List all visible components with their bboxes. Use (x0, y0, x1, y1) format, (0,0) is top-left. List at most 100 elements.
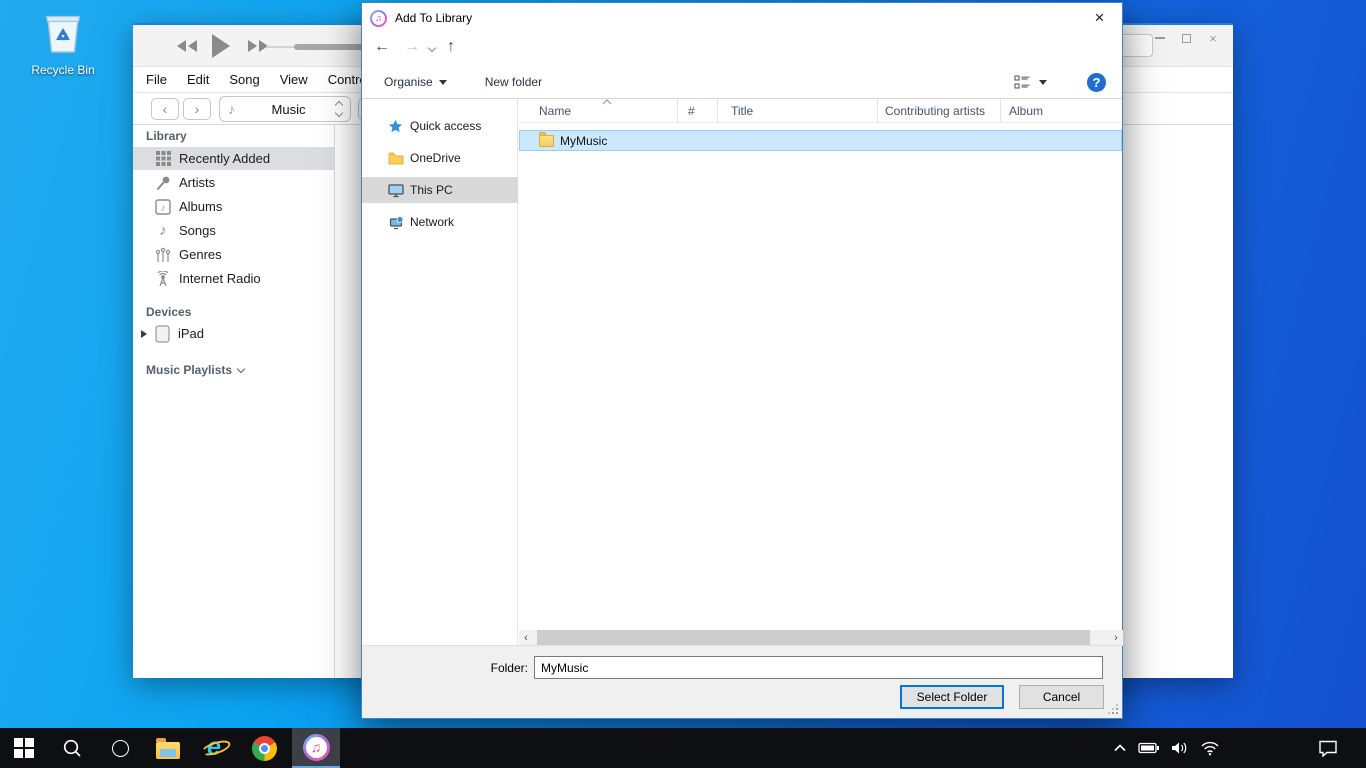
resize-grip[interactable] (1116, 712, 1118, 714)
file-row-mymusic[interactable]: MyMusic (519, 130, 1122, 151)
view-toggle-button[interactable] (1014, 75, 1047, 90)
horizontal-scrollbar[interactable]: ‹ › (519, 630, 1123, 646)
volume-icon[interactable] (1170, 740, 1190, 756)
hidden-icons-chevron-icon[interactable] (1112, 741, 1128, 755)
nav-item-onedrive[interactable]: OneDrive (362, 145, 518, 171)
sidebar-item-songs[interactable]: ♪ Songs (133, 219, 334, 242)
music-note-icon: ♪ (154, 222, 172, 239)
column-label: Name (539, 104, 571, 118)
scroll-left-arrow[interactable]: ‹ (519, 630, 533, 646)
folder-name-input[interactable] (534, 656, 1103, 679)
media-type-selector[interactable]: ♪ Music (219, 96, 351, 122)
close-icon[interactable]: × (1077, 3, 1122, 32)
dialog-footer: Folder: Select Folder Cancel (362, 645, 1122, 718)
menu-item-song[interactable]: Song (219, 72, 269, 87)
scrollbar-thumb[interactable] (537, 630, 1090, 646)
new-folder-label: New folder (485, 75, 542, 89)
itunes-sidebar: Library Recently Added Artists ♪ Albums (133, 125, 335, 678)
details-view-icon (1014, 75, 1031, 90)
recycle-bin-shortcut[interactable]: Recycle Bin (18, 8, 108, 77)
back-icon[interactable]: ← (374, 38, 390, 56)
recycle-bin-label: Recycle Bin (18, 63, 108, 77)
album-icon: ♪ (154, 199, 172, 215)
music-playlists-header[interactable]: Music Playlists (146, 363, 244, 377)
file-explorer-button[interactable] (144, 728, 192, 768)
column-label: Title (731, 104, 753, 118)
forward-button[interactable]: › (183, 98, 211, 120)
chrome-button[interactable] (240, 728, 288, 768)
network-icon (388, 215, 404, 230)
battery-icon[interactable] (1138, 740, 1160, 756)
menu-item-view[interactable]: View (270, 72, 318, 87)
sidebar-item-ipad[interactable]: iPad (133, 322, 334, 345)
column-label: # (688, 104, 695, 118)
minimize-button[interactable] (1149, 29, 1171, 47)
sidebar-item-genres[interactable]: Genres (133, 243, 334, 266)
action-center-icon (1318, 739, 1338, 757)
forward-icon[interactable]: → (404, 38, 420, 56)
windows-logo-icon (14, 738, 34, 758)
maximize-button[interactable] (1175, 29, 1197, 47)
menu-item-file[interactable]: File (136, 72, 177, 87)
grid-icon (154, 151, 172, 166)
nav-item-quick-access[interactable]: Quick access (362, 113, 518, 139)
dialog-nav-pane: Quick access OneDrive This PC Network (362, 99, 518, 646)
folder-label: Folder: (362, 661, 528, 675)
column-title[interactable]: Title (718, 99, 878, 122)
column-contributing-artists[interactable]: Contributing artists (878, 99, 1001, 122)
organise-label: Organise (384, 75, 433, 89)
scroll-right-arrow[interactable]: › (1109, 630, 1123, 646)
close-icon[interactable]: × (1202, 29, 1224, 47)
nav-item-label: This PC (410, 183, 453, 197)
sidebar-item-label: Internet Radio (179, 271, 261, 286)
nav-item-this-pc[interactable]: This PC (362, 177, 518, 203)
wifi-icon[interactable] (1200, 740, 1220, 756)
sidebar-item-recently-added[interactable]: Recently Added (133, 147, 334, 170)
nav-item-label: Quick access (410, 119, 481, 133)
column-headers: Name # Title Contributing artists Album (519, 99, 1121, 123)
sidebar-item-label: Artists (179, 175, 215, 190)
column-name[interactable]: Name (519, 99, 678, 122)
nav-item-label: OneDrive (410, 151, 461, 165)
help-button[interactable]: ? (1087, 73, 1106, 92)
file-name-label: MyMusic (560, 134, 607, 148)
recent-locations-chevron-icon[interactable] (428, 44, 436, 52)
sidebar-item-albums[interactable]: ♪ Albums (133, 195, 334, 218)
select-folder-button[interactable]: Select Folder (900, 685, 1004, 709)
dropdown-triangle-icon (439, 80, 447, 85)
rewind-button[interactable] (175, 38, 199, 59)
cancel-button[interactable]: Cancel (1019, 685, 1104, 709)
folder-icon (539, 135, 554, 147)
genres-icon (154, 247, 172, 263)
disclosure-triangle-icon[interactable] (141, 330, 147, 338)
dropdown-triangle-icon (1039, 80, 1047, 85)
dialog-title-bar[interactable]: ♫ Add To Library × (362, 3, 1122, 33)
column-album[interactable]: Album (1001, 99, 1121, 122)
nav-item-network[interactable]: Network (362, 209, 518, 235)
itunes-taskbar-button[interactable]: ♫ (292, 728, 340, 768)
play-button[interactable] (210, 33, 232, 64)
dialog-navigation-bar: ← → ↑ ♪ › This PC › Music (362, 33, 1122, 66)
onedrive-folder-icon (388, 151, 404, 165)
sidebar-item-internet-radio[interactable]: Internet Radio (133, 267, 334, 290)
column-label: Contributing artists (885, 104, 985, 118)
svg-text:♪: ♪ (161, 202, 166, 212)
column-number[interactable]: # (678, 99, 718, 122)
cortana-button[interactable] (96, 728, 144, 768)
sidebar-item-label: Songs (179, 223, 216, 238)
up-icon[interactable]: ↑ (447, 38, 455, 56)
organise-button[interactable]: Organise (384, 75, 447, 89)
action-center-button[interactable] (1318, 728, 1338, 768)
sidebar-item-label: Recently Added (179, 151, 270, 166)
start-button[interactable] (0, 728, 48, 768)
taskbar-search-button[interactable] (48, 728, 96, 768)
internet-explorer-icon: e (202, 735, 230, 761)
sort-ascending-icon (602, 99, 612, 105)
menu-item-edit[interactable]: Edit (177, 72, 219, 87)
new-folder-button[interactable]: New folder (485, 75, 542, 89)
internet-explorer-button[interactable]: e (192, 728, 240, 768)
back-button[interactable]: ‹ (151, 98, 179, 120)
fast-forward-button[interactable] (246, 38, 270, 59)
sidebar-item-artists[interactable]: Artists (133, 171, 334, 194)
recycle-bin-icon (40, 43, 86, 60)
